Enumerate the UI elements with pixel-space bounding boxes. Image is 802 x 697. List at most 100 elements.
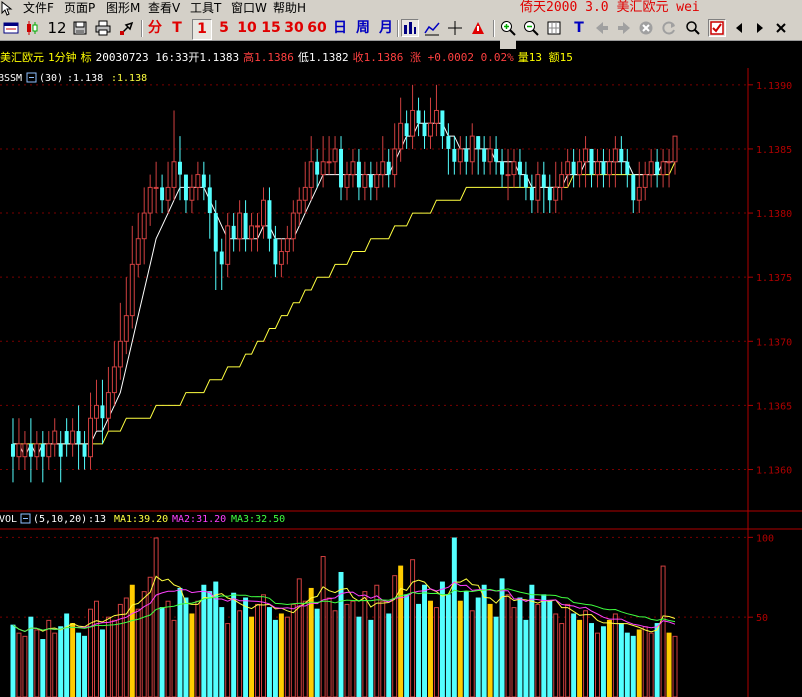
volume-bar [535, 603, 541, 697]
tools-icon[interactable] [118, 20, 134, 36]
menu-tools[interactable]: 工具T [190, 1, 221, 16]
candle-body-down [356, 161, 361, 188]
font-t-button[interactable]: T [572, 19, 586, 38]
period-fen-button[interactable]: 分 [146, 19, 164, 38]
volume-bar [517, 597, 523, 697]
volume-bar [249, 616, 255, 697]
time-label: 16:33 [155, 51, 189, 64]
period-t-button[interactable]: T [169, 19, 185, 38]
candle-body-up [284, 238, 290, 253]
period-15-button[interactable]: 15 [260, 19, 282, 38]
stop-icon[interactable] [638, 20, 654, 36]
candle-body-down [386, 161, 391, 175]
price-indicator-name: BSSM [0, 73, 22, 84]
cross-icon[interactable] [447, 20, 463, 36]
volume-bar [404, 594, 410, 697]
volume-bar [463, 591, 469, 697]
candle-body-up [505, 174, 511, 177]
menu-file[interactable]: 文件F [23, 1, 54, 16]
candle-body-down [571, 161, 576, 175]
candle-body-down [440, 110, 445, 137]
candle-body-up [636, 186, 642, 201]
menu-view[interactable]: 查看V [148, 1, 180, 16]
volume-tick-label: 50 [756, 613, 768, 624]
candlestick-icon[interactable] [24, 20, 40, 36]
price-tick-label: 1.1375 [756, 273, 792, 284]
volume-bar [410, 559, 416, 697]
volume-bar [428, 600, 433, 697]
candle-body-down [243, 213, 248, 239]
vol-indicator-value: :13 [88, 514, 106, 525]
splitter-handle[interactable] [500, 40, 516, 49]
candle-body-up [302, 186, 308, 201]
symbol-name: 美汇欧元 [0, 51, 44, 64]
high-value: 高1.1386 [243, 51, 294, 64]
volume-bar [284, 616, 290, 697]
period-label: 1分钟 [48, 51, 77, 64]
volume-bar [94, 600, 99, 697]
moving-average-lines [13, 122, 676, 458]
alert-icon[interactable] [470, 20, 486, 36]
refresh-icon[interactable] [661, 20, 677, 36]
quote-info-bar: 美汇欧元 1分钟标 20030723 16:33开1.1383 高1.1386 低1.1… [0, 50, 573, 66]
period-5-button[interactable]: 5 [215, 19, 233, 38]
volume-bar [666, 632, 672, 697]
candle-body-up [660, 161, 666, 176]
checkbox-icon[interactable] [708, 19, 726, 37]
save-icon[interactable] [72, 20, 88, 36]
menu-help[interactable]: 帮助H [273, 1, 306, 16]
volume-bar [422, 584, 427, 697]
chart-area[interactable]: 1.1390 1.1385 1.1380 1.1375 1.1370 1.1365 1.13… [0, 68, 802, 697]
volume-bar [123, 597, 129, 697]
volume-bar [642, 626, 648, 697]
triangle-left-icon[interactable] [731, 20, 747, 36]
search-icon[interactable] [685, 20, 701, 36]
price-indicator-value-yellow: :1.138 [111, 73, 147, 84]
volume-bar [559, 623, 565, 697]
print-icon[interactable] [95, 20, 111, 36]
candle-body-down [517, 161, 522, 175]
menu-graph[interactable]: 图形M [106, 1, 140, 16]
indicator-icon[interactable] [424, 20, 440, 36]
volume-bar [165, 600, 171, 697]
candle-body-up [344, 174, 350, 188]
grid-icon[interactable] [546, 20, 562, 36]
arrow-left-icon[interactable] [594, 20, 610, 36]
volume-bar [493, 616, 499, 697]
bar-chart-icon[interactable] [401, 19, 419, 37]
vol-ma1-value: MA1:39.20 [114, 514, 168, 525]
candle-body-down [482, 148, 487, 162]
period-10-button[interactable]: 10 [236, 19, 258, 38]
quote-list-icon[interactable] [3, 20, 19, 36]
volume-bar [547, 600, 553, 697]
period-30-button[interactable]: 30 [283, 19, 305, 38]
candle-body-up [94, 404, 99, 419]
volume-bar [571, 613, 577, 697]
volume-bar [189, 613, 195, 697]
volume-bar [314, 608, 320, 697]
menu-page[interactable]: 页面P [64, 1, 95, 16]
volume-bar [99, 629, 105, 697]
period-60-button[interactable]: 60 [306, 19, 328, 38]
candle-body-up [320, 161, 326, 176]
toolbar-separator [397, 20, 399, 37]
zoom-in-icon[interactable] [500, 20, 516, 36]
candle-body-up [52, 430, 58, 445]
period-month-button[interactable]: 月 [377, 19, 395, 38]
volume-bar [261, 594, 266, 697]
arrow-right-icon[interactable] [616, 20, 632, 36]
volume-bar [469, 610, 475, 697]
volume-bar [577, 619, 583, 697]
period-day-button[interactable]: 日 [331, 19, 349, 38]
triangle-right-icon[interactable] [752, 20, 768, 36]
zoom-out-icon[interactable] [523, 20, 539, 36]
menu-window[interactable]: 窗口W [231, 1, 267, 16]
volume-bar [147, 576, 153, 697]
close-icon[interactable] [773, 20, 789, 36]
volume-bar [416, 603, 422, 697]
count-button[interactable]: 12 [46, 19, 68, 38]
volume-bar [105, 616, 111, 697]
candle-body-up [165, 186, 171, 201]
period-week-button[interactable]: 周 [354, 19, 372, 38]
period-1-button[interactable]: 1 [192, 19, 212, 40]
